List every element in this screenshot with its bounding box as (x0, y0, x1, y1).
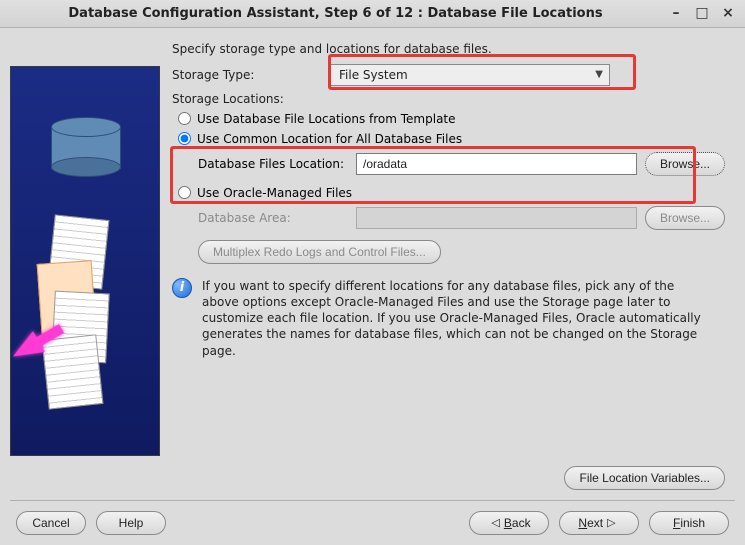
multiplex-button: Multiplex Redo Logs and Control Files... (198, 240, 441, 264)
minimize-button[interactable]: – (665, 2, 687, 24)
db-files-location-label: Database Files Location: (198, 157, 348, 171)
database-cylinder-icon (51, 117, 121, 177)
info-box: i If you want to specify different locat… (172, 278, 735, 359)
back-button[interactable]: ◁Back (469, 511, 549, 535)
file-location-variables-row: File Location Variables... (0, 456, 745, 490)
info-icon: i (172, 278, 192, 298)
storage-type-value: File System (339, 68, 408, 82)
radio-template-label: Use Database File Locations from Templat… (197, 112, 456, 126)
storage-type-dropdown[interactable]: File System ▼ (330, 64, 610, 86)
finish-button[interactable]: Finish (649, 511, 729, 535)
maximize-button[interactable]: □ (691, 2, 713, 24)
arrow-right-icon: ▷ (607, 516, 615, 529)
body-area: Specify storage type and locations for d… (0, 28, 745, 456)
db-files-location-input[interactable] (356, 153, 637, 175)
radio-template[interactable] (178, 112, 191, 125)
document-icon (41, 334, 103, 409)
radio-omf-row[interactable]: Use Oracle-Managed Files (178, 186, 735, 200)
info-text: If you want to specify different locatio… (202, 278, 707, 359)
cancel-button[interactable]: Cancel (16, 511, 86, 535)
db-files-location-row: Database Files Location: Browse... (198, 152, 735, 176)
close-button[interactable]: × (717, 2, 739, 24)
next-label: ext (587, 516, 603, 530)
titlebar: Database Configuration Assistant, Step 6… (0, 0, 745, 28)
back-label: ack (512, 516, 531, 530)
db-area-input (356, 207, 637, 229)
browse-db-area-button: Browse... (645, 206, 725, 230)
multiplex-row: Multiplex Redo Logs and Control Files... (198, 240, 735, 264)
storage-type-row: Storage Type: File System ▼ (172, 64, 735, 86)
db-area-label: Database Area: (198, 211, 348, 225)
file-location-variables-button[interactable]: File Location Variables... (564, 466, 725, 490)
window-root: Database Configuration Assistant, Step 6… (0, 0, 745, 545)
storage-type-label: Storage Type: (172, 68, 322, 82)
radio-common[interactable] (178, 132, 191, 145)
main-content: Specify storage type and locations for d… (172, 38, 735, 456)
db-area-row: Database Area: Browse... (198, 206, 735, 230)
radio-common-label: Use Common Location for All Database Fil… (197, 132, 462, 146)
footer: Cancel Help ◁Back Next▷ Finish (0, 501, 745, 545)
wizard-side-graphic (10, 66, 160, 456)
radio-omf[interactable] (178, 186, 191, 199)
window-title: Database Configuration Assistant, Step 6… (10, 6, 661, 21)
pink-arrow-icon (10, 331, 45, 367)
finish-label: inish (680, 516, 705, 530)
next-button[interactable]: Next▷ (559, 511, 639, 535)
radio-omf-label: Use Oracle-Managed Files (197, 186, 352, 200)
chevron-down-icon: ▼ (595, 69, 603, 80)
instruction-text: Specify storage type and locations for d… (172, 42, 735, 56)
browse-db-files-button[interactable]: Browse... (645, 152, 725, 176)
arrow-left-icon: ◁ (491, 516, 499, 529)
radio-common-row[interactable]: Use Common Location for All Database Fil… (178, 132, 735, 146)
help-button[interactable]: Help (96, 511, 166, 535)
storage-locations-label: Storage Locations: (172, 92, 735, 106)
radio-template-row[interactable]: Use Database File Locations from Templat… (178, 112, 735, 126)
